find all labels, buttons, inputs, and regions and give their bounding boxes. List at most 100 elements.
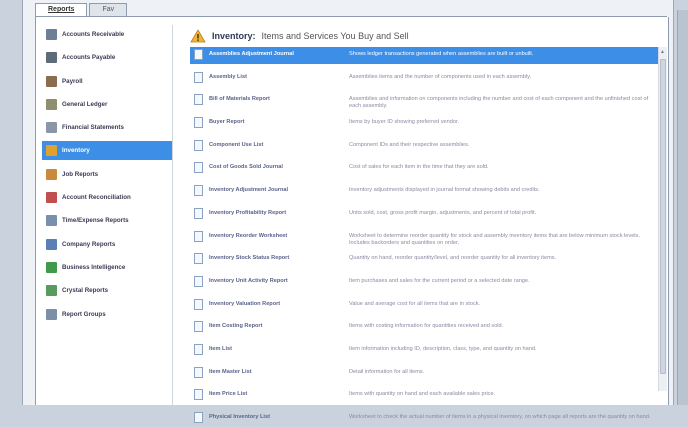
sidebar-item-general-ledger[interactable]: General Ledger (42, 95, 172, 114)
report-name: Inventory Valuation Report (209, 300, 281, 307)
tab-favorites[interactable]: Fav (89, 3, 128, 16)
report-row[interactable]: Inventory Valuation Report Value and aver… (190, 297, 658, 314)
report-row[interactable]: Cost of Goods Sold Journal Cost of sales … (190, 160, 658, 177)
report-description: Detail information for all items. (349, 368, 425, 375)
report-row[interactable]: Inventory Unit Activity Report Item purch… (190, 274, 658, 291)
sidebar-item-label: Time/Expense Reports (62, 217, 129, 225)
company-icon (46, 238, 57, 250)
report-row[interactable]: Component Use List Component IDs and thei… (190, 138, 658, 155)
report-name: Physical Inventory List (209, 414, 270, 420)
report-row[interactable]: Inventory Adjustment Journal Inventory ad… (190, 183, 658, 200)
scrollbar-thumb[interactable] (660, 59, 666, 374)
sidebar-item-label: Payroll (62, 77, 83, 85)
report-document-icon (194, 366, 203, 378)
report-description: Items with quantity on hand and each ava… (349, 391, 496, 398)
payroll-icon (46, 75, 57, 87)
report-row[interactable]: Item Costing Report Items with costing in… (190, 319, 658, 336)
report-document-icon (194, 94, 203, 106)
category-subtitle: Items and Services You Buy and Sell (261, 31, 409, 41)
report-row[interactable]: Item Price List Items with quantity on ha… (190, 387, 658, 404)
report-row[interactable]: Buyer Report Items by buyer ID showing pr… (190, 115, 658, 132)
sidebar-item-label: Accounts Payable (62, 54, 116, 62)
report-description: Units sold, cost, gross profit margin, a… (349, 209, 537, 216)
time-icon (46, 215, 57, 227)
statement-icon (46, 122, 57, 134)
inventory-icon (46, 145, 57, 157)
reports-panel: Accounts Receivable Accounts Payable Pay… (35, 17, 669, 423)
tab-reports[interactable]: Reports (35, 3, 88, 16)
report-description: Component IDs and their respective assem… (349, 141, 470, 148)
sidebar-item-label: Financial Statements (62, 124, 124, 132)
report-description: Assemblies and information on components… (349, 96, 649, 110)
report-name: Item Price List (209, 391, 248, 398)
report-description: Items with costing information for quant… (349, 323, 504, 330)
report-row[interactable]: Item List Item information including ID, … (190, 342, 658, 359)
report-row[interactable]: Inventory Reorder Worksheet Worksheet to … (190, 229, 658, 246)
report-name: Item Master List (209, 368, 252, 375)
report-document-icon (194, 207, 203, 219)
report-name: Inventory Profitability Report (209, 209, 287, 216)
report-description: Shows ledger transactions generated when… (349, 51, 534, 57)
report-name: Buyer Report (209, 119, 245, 126)
sidebar-item-financial-statements[interactable]: Financial Statements (42, 118, 172, 137)
report-document-icon (194, 298, 203, 310)
inventory-warning-icon (190, 29, 206, 43)
report-name: Bill of Materials Report (209, 96, 270, 103)
sidebar-item-report-groups[interactable]: Report Groups (42, 305, 172, 324)
report-document-icon (194, 343, 203, 355)
report-name: Assembly List (209, 73, 247, 80)
book-icon (46, 98, 57, 110)
sidebar-item-label: Account Reconciliation (62, 194, 131, 202)
report-document-icon (194, 230, 203, 242)
sidebar-item-account-reconciliation[interactable]: Account Reconciliation (42, 188, 172, 207)
sidebar-item-payroll[interactable]: Payroll (42, 72, 172, 91)
report-description: Worksheet to determine reorder quantity … (349, 232, 640, 246)
report-description: Worksheet to check the actual number of … (349, 414, 651, 420)
report-description: Item purchases and sales for the current… (349, 277, 530, 284)
group-icon (46, 308, 57, 320)
report-row[interactable]: Item Master List Detail information for a… (190, 365, 658, 382)
report-name: Inventory Reorder Worksheet (209, 232, 288, 239)
report-description: Item information including ID, descripti… (349, 345, 537, 352)
report-document-icon (194, 185, 203, 197)
report-list-scrollbar[interactable]: ▲ (658, 47, 667, 391)
report-row[interactable]: Assembly List Assemblies items and the nu… (190, 70, 658, 87)
reconcile-icon (46, 192, 57, 204)
report-row[interactable]: Inventory Stock Status Report Quantity on… (190, 251, 658, 268)
report-description: Value and average cost for all items tha… (349, 300, 481, 307)
report-document-icon (194, 117, 203, 129)
report-row[interactable]: Bill of Materials Report Assemblies and i… (190, 92, 658, 109)
report-description: Assemblies items and the number of compo… (349, 73, 532, 80)
report-description: Cost of sales for each item in the time … (349, 164, 489, 171)
report-description: Inventory adjustments displayed in journ… (349, 187, 540, 194)
report-name: Component Use List (209, 141, 264, 148)
sidebar-item-accounts-payable[interactable]: Accounts Payable (42, 48, 172, 67)
report-row[interactable]: Physical Inventory List Worksheet to chec… (190, 410, 658, 427)
sidebar-item-company-reports[interactable]: Company Reports (42, 235, 172, 254)
report-document-icon (194, 49, 203, 60)
report-description: Quantity on hand, reorder quantity/level… (349, 255, 557, 262)
ledger-icon (46, 52, 57, 64)
sidebar-item-label: Crystal Reports (62, 287, 109, 295)
report-row[interactable]: Inventory Profitability Report Units sold… (190, 206, 658, 223)
report-name: Assemblies Adjustment Journal (209, 51, 294, 57)
job-icon (46, 168, 57, 180)
money-icon (46, 29, 57, 40)
tab-bar: Reports Fav (35, 3, 128, 17)
sidebar-item-business-intelligence[interactable]: Business Intelligence (42, 258, 172, 277)
report-document-icon (194, 71, 203, 83)
screen: { "tabs": [ {"label": "Reports", "active… (0, 0, 688, 423)
report-document-icon (194, 321, 203, 333)
sidebar-item-inventory[interactable]: Inventory (42, 141, 172, 161)
crystal-icon (46, 285, 57, 297)
sidebar-item-time-expense-reports[interactable]: Time/Expense Reports (42, 211, 172, 230)
sidebar-item-job-reports[interactable]: Job Reports (42, 165, 172, 184)
chart-icon (46, 261, 57, 273)
report-name: Item List (209, 345, 233, 352)
sidebar-item-accounts-receivable[interactable]: Accounts Receivable (42, 25, 172, 44)
report-row[interactable]: Assemblies Adjustment Journal Shows ledge… (190, 47, 658, 64)
sidebar-item-crystal-reports[interactable]: Crystal Reports (42, 281, 172, 300)
report-area-sidebar: Accounts Receivable Accounts Payable Pay… (42, 25, 173, 405)
scroll-up-arrow-icon[interactable]: ▲ (660, 49, 665, 55)
report-document-icon (194, 275, 203, 287)
